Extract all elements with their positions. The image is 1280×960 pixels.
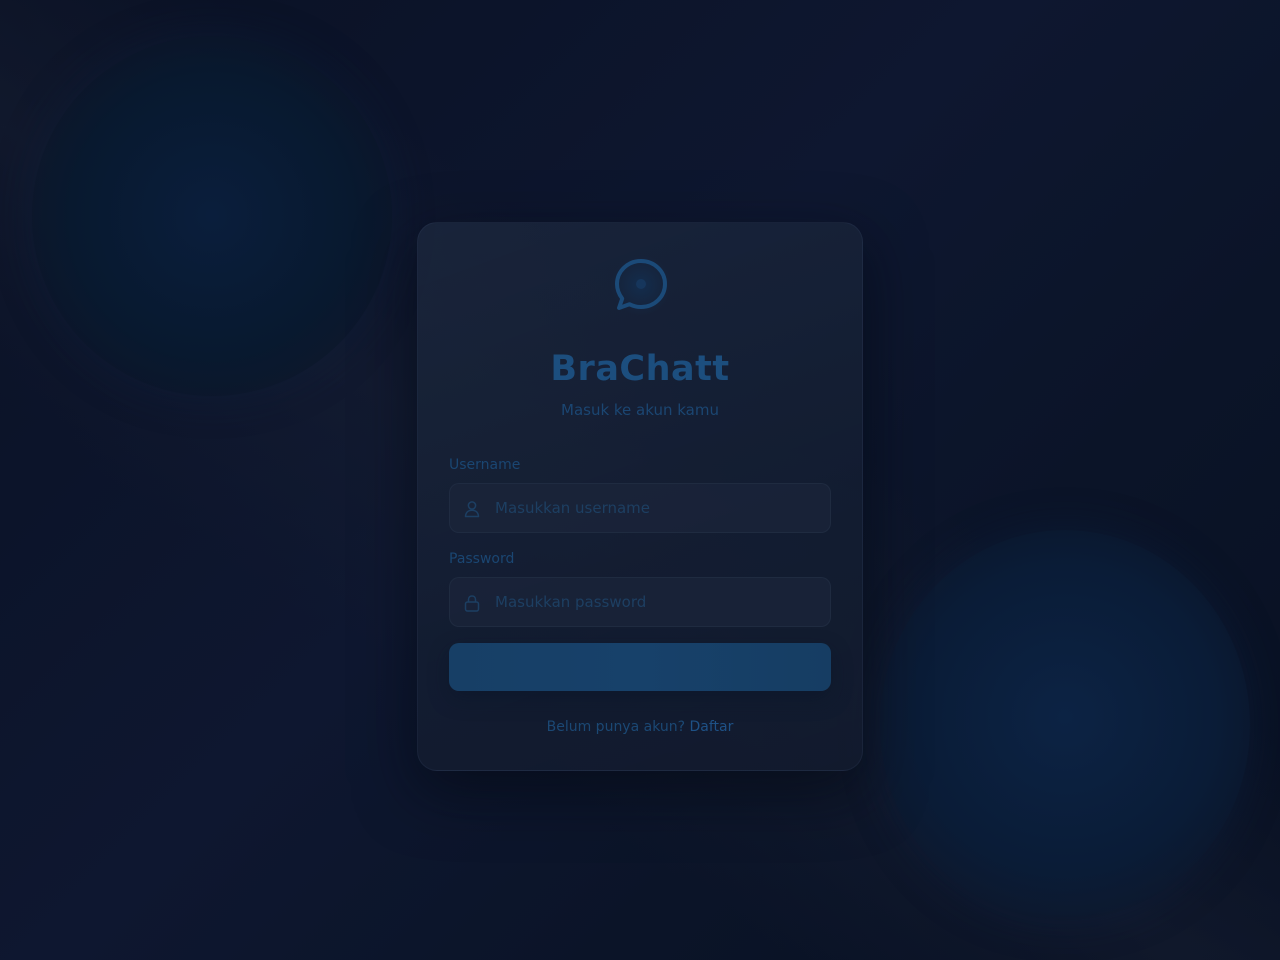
password-label: Password [449, 551, 515, 567]
password-input[interactable] [495, 578, 815, 626]
signup-prompt-line: Belum punya akun? Daftar [418, 719, 862, 735]
login-subtitle: Masuk ke akun kamu [561, 401, 719, 419]
signup-link[interactable]: Daftar [690, 719, 734, 735]
chat-bubble-icon [611, 255, 671, 315]
username-input[interactable] [495, 484, 815, 532]
login-card: BraChatt Masuk ke akun kamu Username Pas… [417, 222, 863, 771]
signup-prompt: Belum punya akun? [546, 719, 686, 735]
username-field-box[interactable] [449, 483, 831, 533]
lock-icon [462, 593, 482, 613]
password-field-box[interactable] [449, 577, 831, 627]
background-orb-left [32, 36, 392, 396]
login-button[interactable] [449, 643, 831, 691]
user-icon [462, 499, 482, 519]
username-label: Username [449, 457, 521, 473]
background-orb-right [880, 530, 1250, 920]
app-title: BraChatt [550, 349, 730, 389]
